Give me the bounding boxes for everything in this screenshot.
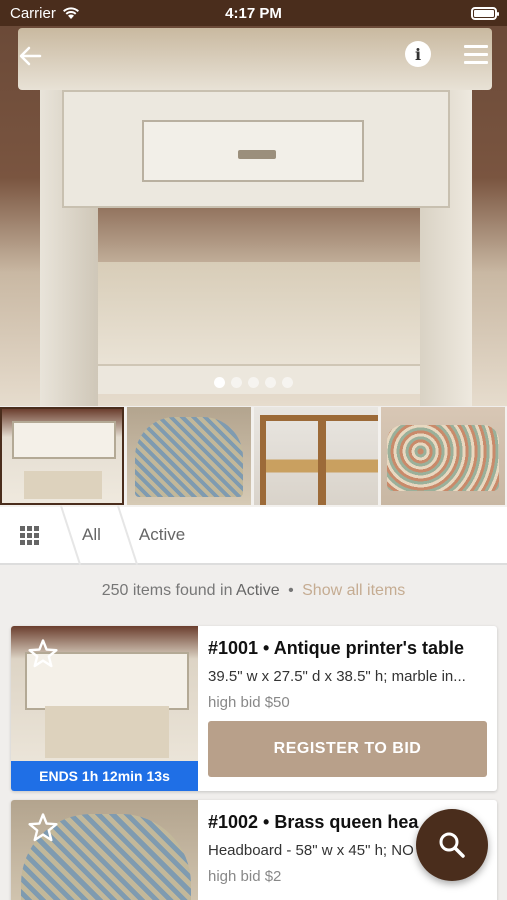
- grid-view-button[interactable]: [0, 506, 58, 564]
- star-icon[interactable]: [27, 812, 59, 844]
- crumb-separator: [58, 506, 76, 564]
- back-arrow-icon: [19, 46, 42, 66]
- thumbnail-1[interactable]: [0, 407, 124, 505]
- menu-line: [464, 60, 488, 64]
- thumbnail-3[interactable]: [254, 407, 378, 505]
- carousel-dot[interactable]: [282, 377, 293, 388]
- category-breadcrumb: All Active: [0, 507, 507, 565]
- crumb-all[interactable]: All: [76, 525, 115, 545]
- lot-description: 39.5" w x 27.5" d x 38.5" h; marble in..…: [208, 668, 466, 685]
- grid-icon: [19, 525, 39, 545]
- wifi-icon: [62, 6, 79, 19]
- thumbnail-strip: [0, 407, 507, 507]
- lot-title[interactable]: #1001 • Antique printer's table: [208, 638, 487, 659]
- hero-image[interactable]: [0, 26, 507, 406]
- menu-line: [464, 52, 488, 56]
- status-left: Carrier: [10, 5, 80, 22]
- ends-timer: ENDS 1h 12min 13s: [11, 761, 198, 791]
- menu-line: [464, 44, 488, 48]
- results-count: 250 items found in: [101, 582, 233, 599]
- crumb-active[interactable]: Active: [133, 525, 199, 545]
- results-separator: •: [288, 582, 294, 599]
- carousel-dot[interactable]: [248, 377, 259, 388]
- show-all-link[interactable]: Show all items: [302, 582, 405, 599]
- carousel-dots[interactable]: [214, 377, 293, 388]
- hero-drawer-handle: [238, 150, 276, 159]
- thumbnail-2[interactable]: [127, 407, 251, 505]
- status-time: 4:17 PM: [225, 4, 282, 22]
- status-bar: Carrier 4:17 PM: [0, 0, 507, 26]
- menu-icon[interactable]: [462, 42, 490, 66]
- battery-icon: [471, 6, 499, 20]
- back-button[interactable]: [14, 42, 46, 70]
- results-summary: 250 items found in Active • Show all ite…: [0, 582, 507, 600]
- carrier-label: Carrier: [10, 4, 56, 22]
- carousel-dot[interactable]: [265, 377, 276, 388]
- carousel-dot[interactable]: [214, 377, 225, 388]
- lot-card[interactable]: ENDS 1h 12min 13s #1001 • Antique printe…: [11, 626, 497, 791]
- lot-details: #1001 • Antique printer's table 39.5" w …: [208, 626, 487, 777]
- register-to-bid-button[interactable]: REGISTER TO BID: [208, 721, 487, 777]
- hero-shelf: [98, 262, 420, 366]
- results-filter: Active: [236, 582, 280, 599]
- crumb-separator: [115, 506, 133, 564]
- lot-high-bid: high bid $50: [208, 694, 290, 711]
- search-fab-button[interactable]: [416, 809, 488, 881]
- star-icon[interactable]: [27, 638, 59, 670]
- thumbnail-4[interactable]: [381, 407, 505, 505]
- carousel-dot[interactable]: [231, 377, 242, 388]
- search-icon: [439, 832, 465, 858]
- info-icon[interactable]: i: [405, 41, 431, 67]
